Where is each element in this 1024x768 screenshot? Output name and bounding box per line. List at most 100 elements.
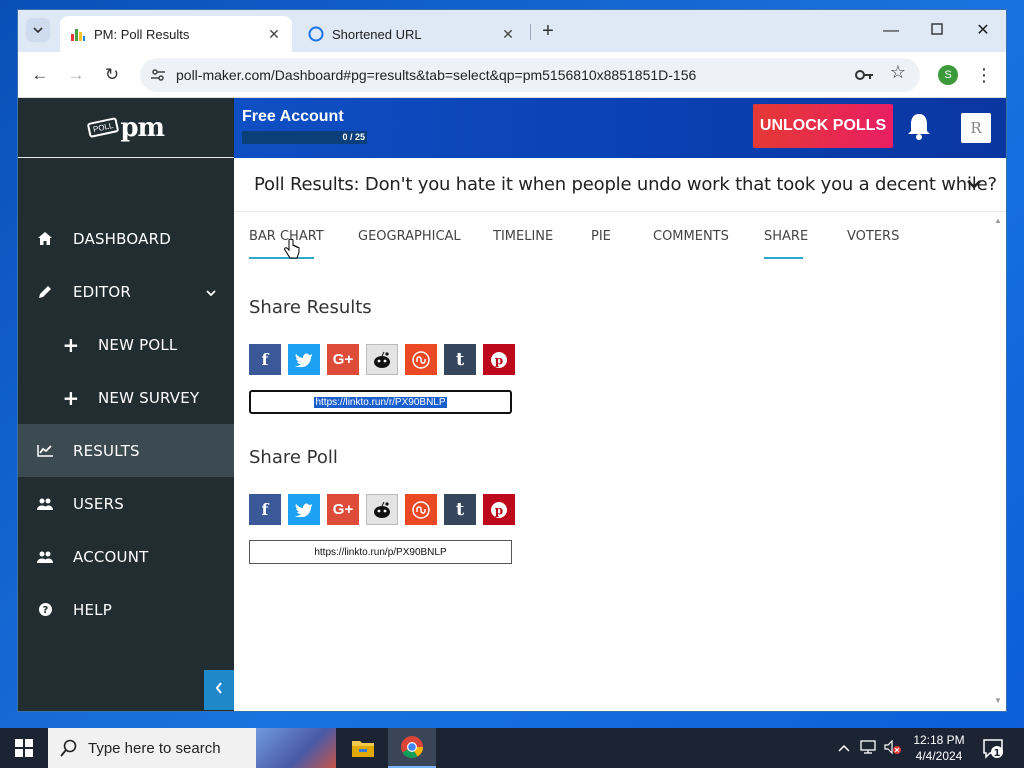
share-results-title: Share Results xyxy=(249,297,372,318)
chrome-taskbar-icon[interactable] xyxy=(388,728,436,768)
browser-toolbar: ← → ↻ poll-maker.com/Dashboard#pg=result… xyxy=(18,52,1006,98)
password-key-icon[interactable] xyxy=(854,66,874,84)
stumbleupon-icon xyxy=(412,500,430,519)
reddit-alien-icon xyxy=(374,351,390,368)
profile-avatar[interactable]: S xyxy=(938,65,958,85)
twitter-share-button[interactable] xyxy=(288,494,320,525)
sidebar-item-new-poll[interactable]: + NEW POLL xyxy=(18,318,234,371)
chevron-up-icon[interactable] xyxy=(838,741,850,755)
sidebar-item-help[interactable]: ? HELP xyxy=(18,583,234,636)
new-tab-button[interactable]: + xyxy=(536,20,560,44)
sidebar-item-label: HELP xyxy=(73,600,112,619)
clock-date: 4/4/2024 xyxy=(915,749,963,763)
sidebar-item-account[interactable]: ACCOUNT xyxy=(18,530,234,583)
url-text: poll-maker.com/Dashboard#pg=results&tab=… xyxy=(176,67,697,83)
google-plus-icon: G+ xyxy=(332,501,354,518)
minimize-button[interactable]: — xyxy=(868,18,914,44)
collapse-sidebar-button[interactable] xyxy=(204,670,234,710)
tab-bar-chart[interactable]: BAR CHART xyxy=(249,229,324,259)
sidebar-item-editor[interactable]: EDITOR xyxy=(18,265,234,318)
taskbar-clock[interactable]: 12:18 PM 4/4/2024 xyxy=(906,732,972,764)
google-plus-share-button[interactable]: G+ xyxy=(327,494,359,525)
facebook-share-button[interactable]: f xyxy=(249,344,281,375)
tumblr-share-button[interactable]: t xyxy=(444,344,476,375)
users-icon xyxy=(36,495,54,513)
facebook-icon: f xyxy=(261,350,269,369)
tab-search-button[interactable] xyxy=(26,18,50,42)
notification-center-icon[interactable]: 1 xyxy=(982,737,1004,759)
browser-tab-poll-results[interactable]: PM: Poll Results ✕ xyxy=(60,16,292,52)
reddit-share-button[interactable] xyxy=(366,344,398,375)
sidebar-item-dashboard[interactable]: DASHBOARD xyxy=(18,212,234,265)
facebook-icon: f xyxy=(261,500,269,519)
close-window-button[interactable]: ✕ xyxy=(960,18,1006,44)
close-tab-icon[interactable]: ✕ xyxy=(266,26,282,43)
svg-text:p: p xyxy=(495,503,503,517)
progress-text: 0 / 25 xyxy=(342,132,365,142)
network-icon[interactable] xyxy=(860,739,876,757)
tumblr-icon: t xyxy=(455,349,465,370)
chevron-down-icon xyxy=(33,27,43,33)
pinterest-share-button[interactable]: p xyxy=(483,494,515,525)
address-bar[interactable]: poll-maker.com/Dashboard#pg=results&tab=… xyxy=(140,58,920,92)
home-icon xyxy=(36,230,54,248)
chevron-down-icon xyxy=(206,285,216,299)
tab-geographical[interactable]: GEOGRAPHICAL xyxy=(358,229,461,259)
tab-share[interactable]: SHARE xyxy=(764,229,808,259)
share-poll-link-field[interactable]: https://linkto.run/p/PX90BNLP xyxy=(249,540,512,564)
chrome-icon xyxy=(401,736,423,758)
facebook-share-button[interactable]: f xyxy=(249,494,281,525)
results-content: Poll Results: Don't you hate it when peo… xyxy=(234,158,1006,711)
scroll-down-arrow[interactable]: ▼ xyxy=(994,696,1002,705)
browser-menu-icon[interactable]: ⋮ xyxy=(974,62,994,88)
close-tab-icon[interactable]: ✕ xyxy=(500,26,516,43)
users-icon xyxy=(36,548,54,566)
page-scrollbar[interactable]: ▲ ▼ xyxy=(990,212,1006,711)
sidebar-item-label: EDITOR xyxy=(73,282,132,301)
share-poll-title: Share Poll xyxy=(249,447,338,468)
taskbar-search-box[interactable]: Type here to search xyxy=(48,728,336,768)
notification-count: 1 xyxy=(994,748,1001,759)
notification-bell-icon[interactable] xyxy=(906,112,932,140)
twitter-bird-icon xyxy=(295,503,312,517)
sidebar-item-results[interactable]: RESULTS xyxy=(18,424,234,477)
reload-button[interactable]: ↻ xyxy=(98,61,126,89)
user-avatar[interactable]: R xyxy=(961,113,991,143)
sidebar-item-label: ACCOUNT xyxy=(73,547,149,566)
start-button[interactable] xyxy=(0,728,48,768)
mouse-cursor-hand-icon xyxy=(284,239,300,259)
tab-voters[interactable]: VOTERS xyxy=(847,229,899,259)
back-button[interactable]: ← xyxy=(26,61,54,89)
maximize-button[interactable] xyxy=(914,18,960,44)
pinterest-share-button[interactable]: p xyxy=(483,344,515,375)
poll-maker-logo[interactable]: POLL pm xyxy=(18,98,234,158)
browser-tab-shortened-url[interactable]: Shortened URL ✕ xyxy=(298,16,526,52)
google-plus-share-button[interactable]: G+ xyxy=(327,344,359,375)
pinterest-icon: p xyxy=(491,501,507,518)
svg-text:?: ? xyxy=(42,605,48,616)
stumbleupon-share-button[interactable] xyxy=(405,494,437,525)
bookmark-star-icon[interactable]: ☆ xyxy=(890,62,906,83)
tab-pie[interactable]: PIE xyxy=(591,229,611,259)
tab-comments[interactable]: COMMENTS xyxy=(653,229,729,259)
sidebar-item-new-survey[interactable]: + NEW SURVEY xyxy=(18,371,234,424)
tab-timeline[interactable]: TIMELINE xyxy=(493,229,553,259)
chevron-down-icon[interactable] xyxy=(964,176,984,194)
forward-button[interactable]: → xyxy=(62,61,90,89)
unlock-polls-button[interactable]: UNLOCK POLLS xyxy=(753,104,893,148)
twitter-share-button[interactable] xyxy=(288,344,320,375)
bar-chart-favicon-icon xyxy=(71,29,85,41)
speaker-muted-icon[interactable] xyxy=(884,739,902,757)
twitter-bird-icon xyxy=(295,353,312,367)
stumbleupon-share-button[interactable] xyxy=(405,344,437,375)
windows-logo-icon xyxy=(15,739,33,757)
reddit-alien-icon xyxy=(374,501,390,518)
scroll-up-arrow[interactable]: ▲ xyxy=(994,216,1002,225)
logo-badge: POLL xyxy=(86,116,120,139)
sidebar-item-users[interactable]: USERS xyxy=(18,477,234,530)
tumblr-icon: t xyxy=(455,499,465,520)
file-explorer-taskbar-icon[interactable] xyxy=(339,728,387,768)
reddit-share-button[interactable] xyxy=(366,494,398,525)
tumblr-share-button[interactable]: t xyxy=(444,494,476,525)
share-results-link-field[interactable]: https://linkto.run/r/PX90BNLP xyxy=(249,390,512,414)
